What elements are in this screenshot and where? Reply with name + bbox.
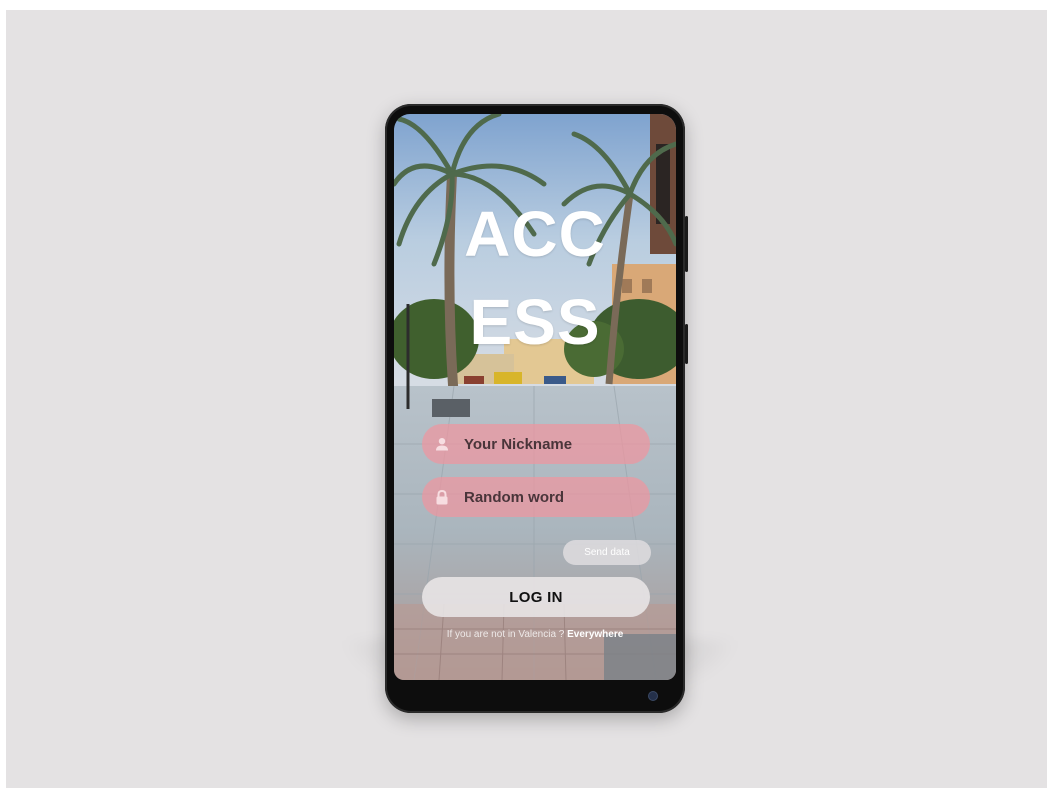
password-input[interactable] [462, 487, 646, 507]
title-line-2: ESS [469, 286, 601, 358]
lock-icon [434, 489, 450, 505]
app-screen: ACC ESS Send data LOG IN [394, 114, 676, 680]
power-button [685, 324, 688, 364]
camera-icon [649, 692, 657, 700]
send-data-button[interactable]: Send data [563, 540, 651, 565]
title-line-1: ACC [464, 198, 606, 270]
password-field[interactable] [422, 477, 650, 517]
footer-text: If you are not in Valencia ? [446, 629, 565, 640]
nickname-input[interactable] [462, 434, 646, 454]
user-icon [434, 436, 450, 452]
footer-note: If you are not in Valencia ? Everywhere [394, 629, 676, 640]
everywhere-link[interactable]: Everywhere [567, 629, 623, 640]
login-button[interactable]: LOG IN [422, 577, 650, 617]
page-title: ACC ESS [394, 190, 676, 366]
volume-button [685, 216, 688, 272]
phone-frame: ACC ESS Send data LOG IN [385, 104, 688, 713]
nickname-field[interactable] [422, 424, 650, 464]
